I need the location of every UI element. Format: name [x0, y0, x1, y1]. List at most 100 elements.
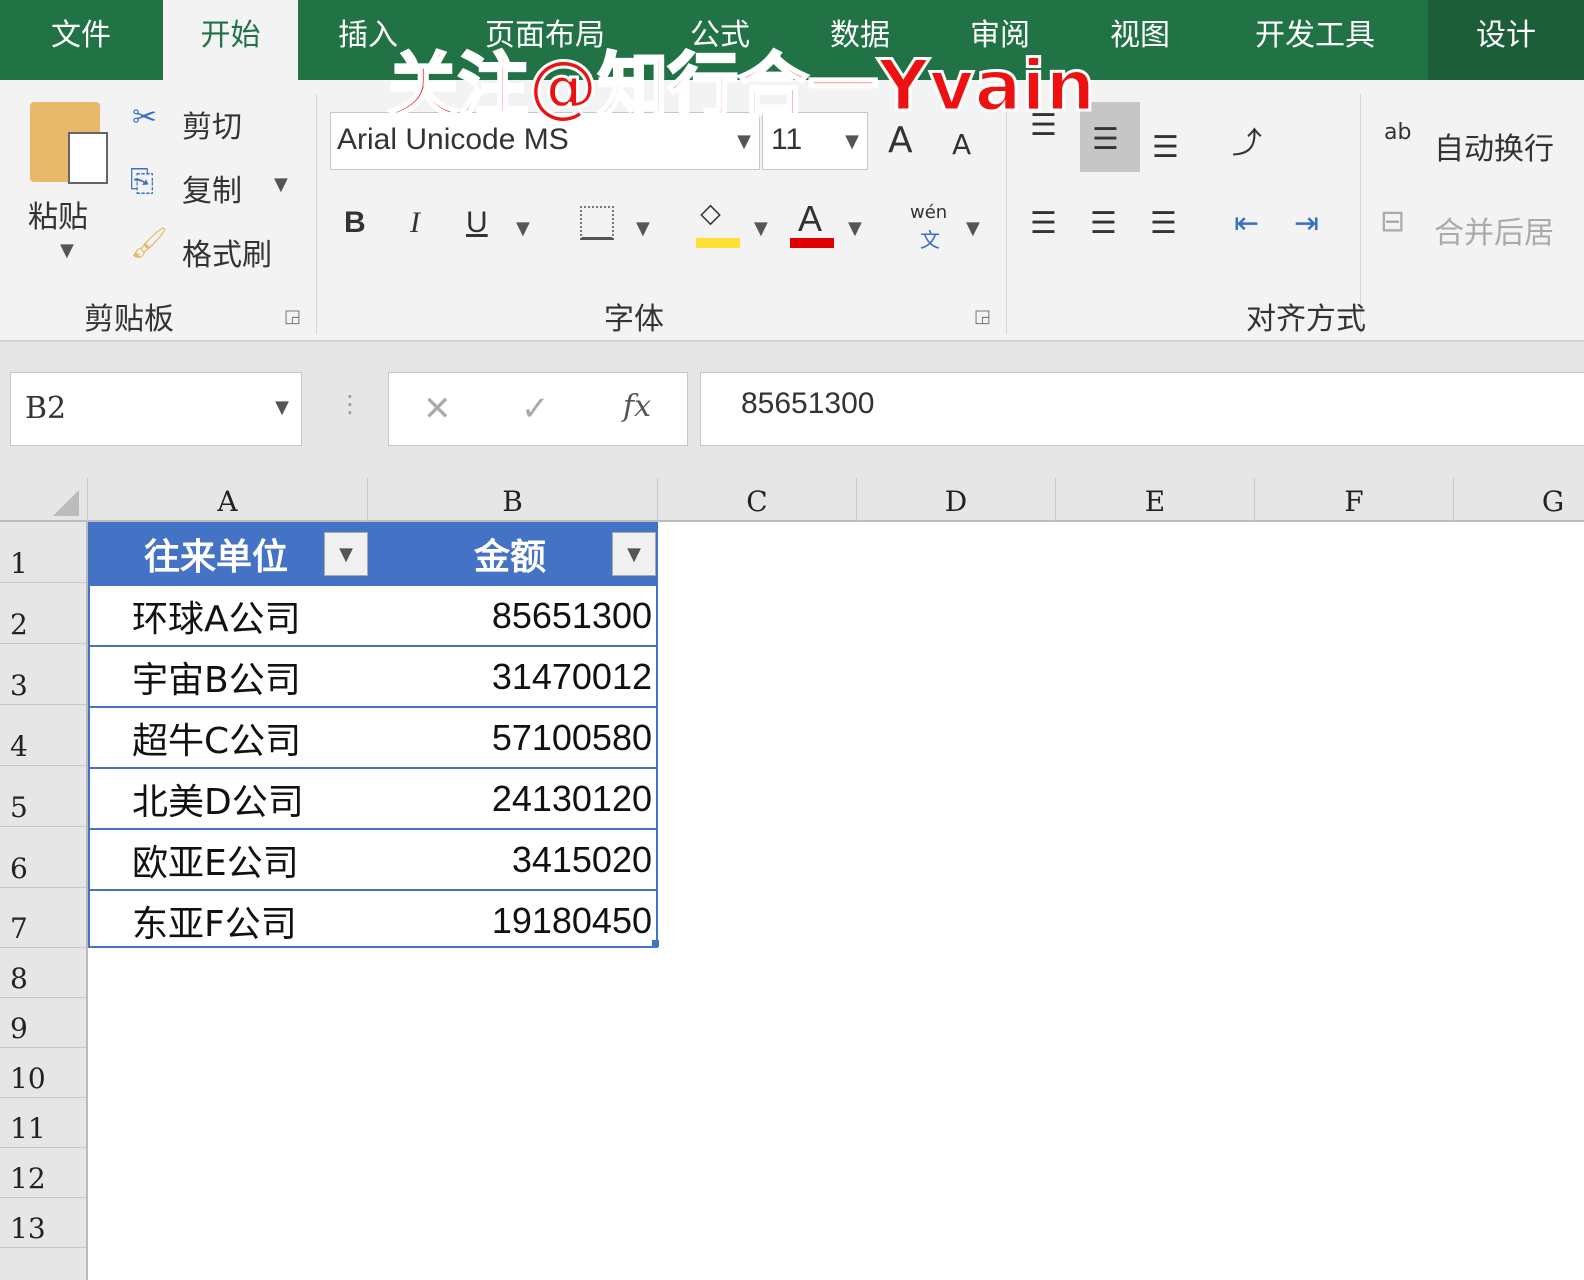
dialog-launcher-icon[interactable]: ◲ [284, 306, 301, 327]
data-table: 往来单位 ▼ 金额 ▼ 环球A公司 85651300 宇宙B公司 31470012 超牛… [88, 522, 658, 948]
column-header-d[interactable]: D [857, 478, 1056, 522]
cell-company[interactable]: 东亚F公司 [132, 891, 297, 950]
chevron-down-icon: ▼ [275, 397, 289, 418]
phonetic-button[interactable]: wén [910, 202, 947, 223]
tab-file[interactable]: 文件 [0, 0, 162, 80]
enter-icon[interactable]: ✓ [521, 389, 550, 429]
shrink-font-button[interactable]: A [952, 128, 971, 161]
align-right-icon[interactable]: ☰ [1150, 206, 1177, 241]
underline-dropdown[interactable]: ▼ [516, 218, 530, 239]
table-row: 超牛C公司 57100580 [90, 706, 656, 767]
column-header-e[interactable]: E [1056, 478, 1255, 522]
format-painter-button[interactable]: 格式刷 [182, 230, 272, 274]
fill-color-dropdown[interactable]: ▼ [754, 218, 768, 239]
copy-icon: ⎘ [130, 164, 154, 199]
column-header-c[interactable]: C [658, 478, 857, 522]
cell-company[interactable]: 欧亚E公司 [132, 830, 299, 889]
select-all-button[interactable] [0, 478, 88, 522]
watermark: 关注@知行合一Yvain [386, 44, 1096, 129]
phonetic-icon: 文 [920, 228, 940, 252]
row-header[interactable]: 13 [0, 1198, 86, 1248]
phonetic-dropdown[interactable]: ▼ [966, 218, 980, 239]
table-row: 宇宙B公司 31470012 [90, 645, 656, 706]
column-header-f[interactable]: F [1255, 478, 1454, 522]
formula-input[interactable]: 85651300 [700, 372, 1584, 446]
decrease-indent-icon[interactable]: ⇤ [1234, 206, 1259, 241]
borders-icon[interactable] [580, 206, 614, 240]
row-header[interactable]: 12 [0, 1148, 86, 1198]
filter-dropdown-button[interactable]: ▼ [612, 532, 656, 576]
cell-amount[interactable]: 85651300 [492, 586, 652, 645]
divider [316, 94, 317, 334]
table-row: 东亚F公司 19180450 [90, 889, 656, 950]
underline-button[interactable]: U [466, 206, 488, 240]
orientation-icon[interactable]: ⤴ [1232, 118, 1262, 162]
borders-dropdown[interactable]: ▼ [636, 218, 650, 239]
column-header-a[interactable]: A [88, 478, 368, 522]
align-left-icon[interactable]: ☰ [1030, 206, 1057, 241]
paste-button[interactable]: 粘贴 [28, 192, 88, 236]
cancel-icon[interactable]: ✕ [423, 389, 452, 429]
wrap-text-button[interactable]: 自动换行 [1434, 124, 1554, 168]
column-header-g[interactable]: G [1454, 478, 1584, 522]
brush-icon: 🖌 [130, 226, 169, 261]
copy-button[interactable]: 复制 [182, 166, 242, 210]
increase-indent-icon[interactable]: ⇥ [1294, 206, 1319, 241]
cell-amount[interactable]: 19180450 [492, 891, 652, 950]
column-headers: A B C D E F G [0, 478, 1584, 522]
cell-company[interactable]: 超牛C公司 [132, 708, 301, 767]
tab-design[interactable]: 设计 [1428, 0, 1584, 80]
name-box[interactable]: B2 ▼ [10, 372, 302, 446]
table-row: 环球A公司 85651300 [90, 584, 656, 645]
copy-dropdown[interactable]: ▼ [274, 174, 288, 195]
font-color-swatch [790, 238, 834, 248]
paste-dropdown[interactable]: ▼ [60, 240, 74, 261]
row-header[interactable]: 4 [0, 705, 86, 766]
tab-developer[interactable]: 开发工具 [1230, 0, 1400, 80]
row-header[interactable]: 10 [0, 1048, 86, 1098]
font-group-label: 字体 [604, 302, 664, 337]
filter-dropdown-button[interactable]: ▼ [324, 532, 368, 576]
table-row: 欧亚E公司 3415020 [90, 828, 656, 889]
dialog-launcher-icon[interactable]: ◲ [974, 306, 991, 327]
merge-center-button[interactable]: 合并后居 [1434, 208, 1554, 252]
clipboard-group-label: 剪贴板 [84, 302, 174, 337]
merge-icon: ⊟ [1380, 204, 1406, 239]
fill-color-swatch [696, 238, 740, 248]
chevron-down-icon: ▼ [737, 131, 751, 152]
font-color-button[interactable]: A [798, 198, 822, 240]
tab-home[interactable]: 开始 [163, 0, 298, 80]
row-header[interactable]: 11 [0, 1098, 86, 1148]
cell-company[interactable]: 北美D公司 [132, 769, 304, 828]
align-center-icon[interactable]: ☰ [1090, 206, 1117, 241]
insert-function-icon[interactable]: fx [623, 389, 651, 424]
row-header[interactable]: 2 [0, 583, 86, 644]
cell-company[interactable]: 环球A公司 [132, 586, 301, 645]
row-header[interactable]: 5 [0, 766, 86, 827]
row-header[interactable]: 3 [0, 644, 86, 705]
table-row: 北美D公司 24130120 [90, 767, 656, 828]
row-header[interactable]: 7 [0, 888, 86, 948]
italic-button[interactable]: I [410, 206, 420, 240]
fill-color-icon[interactable]: ⬦ [700, 196, 721, 231]
cell-amount[interactable]: 24130120 [492, 769, 652, 828]
row-header[interactable]: 1 [0, 522, 86, 583]
row-headers: 1 2 3 4 5 6 7 8 9 10 11 12 13 [0, 522, 88, 1280]
font-color-dropdown[interactable]: ▼ [848, 218, 862, 239]
cell-amount[interactable]: 3415020 [512, 830, 652, 889]
column-header-b[interactable]: B [368, 478, 658, 522]
cell-amount[interactable]: 57100580 [492, 708, 652, 767]
formula-bar-area: B2 ▼ ⋮ ✕ ✓ fx 85651300 [0, 342, 1584, 478]
formula-buttons: ✕ ✓ fx [388, 372, 688, 446]
row-header[interactable]: 9 [0, 998, 86, 1048]
cell-company[interactable]: 宇宙B公司 [132, 647, 301, 706]
table-resize-handle[interactable] [652, 940, 659, 947]
tab-view[interactable]: 视图 [1090, 0, 1190, 80]
cell-amount[interactable]: 31470012 [492, 647, 652, 706]
bold-button[interactable]: B [344, 206, 366, 240]
wrap-text-icon: ab [1384, 120, 1412, 145]
cut-button[interactable]: 剪切 [182, 102, 242, 146]
align-bottom-icon[interactable]: ☰ [1152, 130, 1179, 165]
row-header[interactable]: 6 [0, 827, 86, 888]
row-header[interactable]: 8 [0, 948, 86, 998]
